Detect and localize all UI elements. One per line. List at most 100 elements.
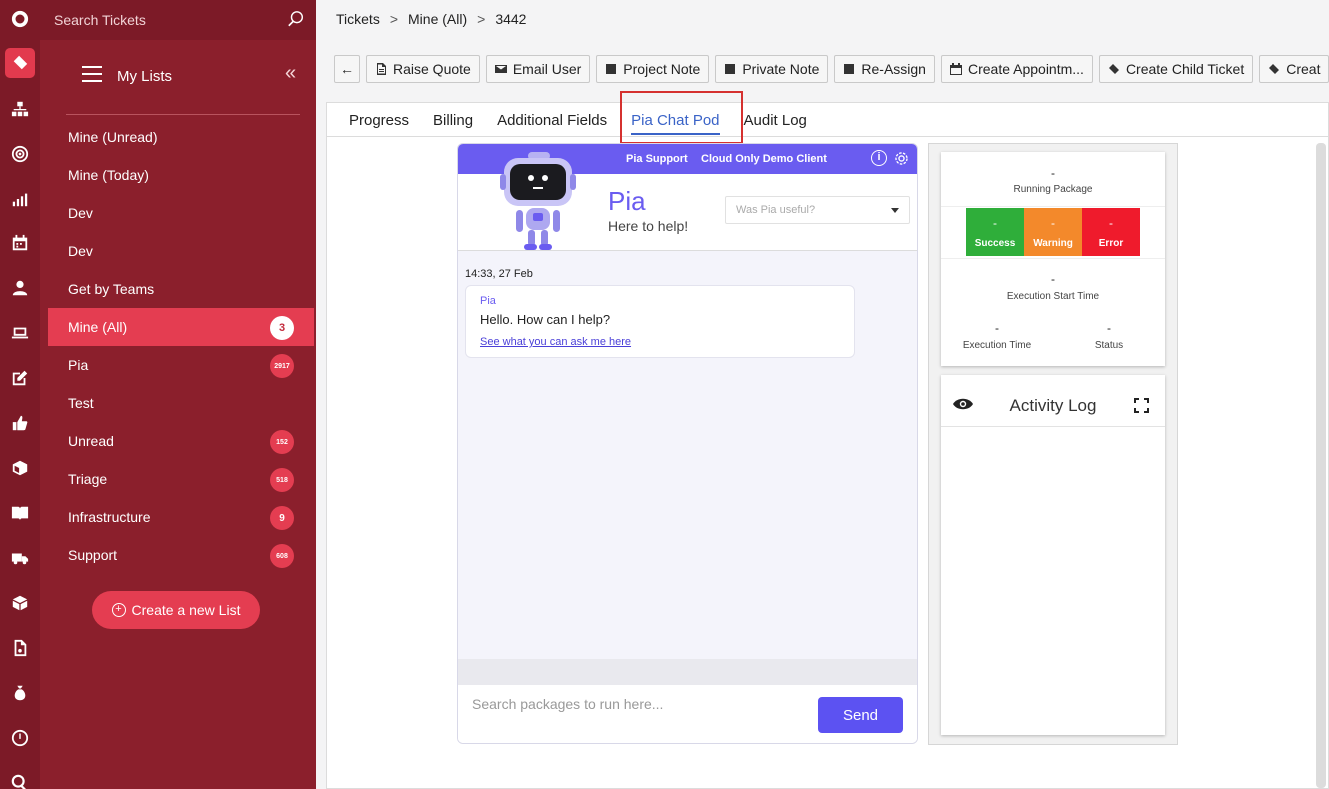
list-item-label: Pia xyxy=(68,357,89,373)
success-tile: - Success xyxy=(966,208,1024,256)
create-new-list-button[interactable]: + Create a new List xyxy=(92,591,260,629)
tab-additional-fields-label: Additional Fields xyxy=(497,111,608,129)
edit-icon[interactable] xyxy=(0,363,40,393)
user-icon[interactable] xyxy=(0,273,40,303)
ticket-icon xyxy=(1269,64,1280,74)
project-note-label: Project Note xyxy=(623,61,701,77)
plus-circle-icon: + xyxy=(111,603,126,617)
tab-audit-log[interactable]: Audit Log xyxy=(732,103,819,137)
project-note-button[interactable]: Project Note xyxy=(596,55,710,83)
list-item-unread[interactable]: Unread 152 xyxy=(48,422,314,460)
create-more-button[interactable]: Creat xyxy=(1259,55,1329,83)
ticket-tabs: Progress Billing Additional Fields Pia C… xyxy=(327,103,1329,137)
list-item-label: Dev xyxy=(68,205,93,221)
running-package-label: Running Package xyxy=(1013,184,1093,195)
list-item-mine-all[interactable]: Mine (All) 3 xyxy=(48,308,314,346)
package-icon[interactable] xyxy=(0,588,40,618)
send-button[interactable]: Send xyxy=(818,697,903,733)
tab-billing-label: Billing xyxy=(433,111,474,129)
back-button[interactable]: ← xyxy=(334,55,360,83)
count-badge: 152 xyxy=(270,430,294,454)
target-icon[interactable] xyxy=(0,139,40,169)
chart-icon[interactable] xyxy=(0,184,40,214)
truck-icon[interactable] xyxy=(0,543,40,573)
pia-support-link[interactable]: Pia Support xyxy=(626,153,688,165)
book-icon[interactable] xyxy=(0,498,40,528)
search-icon[interactable] xyxy=(287,10,305,28)
box-icon[interactable] xyxy=(0,453,40,483)
hamburger-menu-icon[interactable] xyxy=(82,66,102,84)
see-what-you-can-ask-link[interactable]: See what you can ask me here xyxy=(480,336,631,348)
search-tickets-box xyxy=(40,0,316,40)
calendar-icon[interactable] xyxy=(0,228,40,258)
list-item-support[interactable]: Support 608 xyxy=(48,536,314,574)
package-status-column: - Running Package - Success - Warning - Err… xyxy=(928,143,1178,745)
execution-start-label: Execution Start Time xyxy=(1006,291,1100,302)
tab-billing[interactable]: Billing xyxy=(421,103,485,137)
chat-input[interactable] xyxy=(472,693,802,715)
org-chart-icon[interactable] xyxy=(0,94,40,124)
list-item-get-by-teams[interactable]: Get by Teams xyxy=(48,270,314,308)
list-item-label: Dev xyxy=(68,243,93,259)
message-text: Hello. How can I help? xyxy=(480,312,611,327)
note-icon xyxy=(844,64,855,74)
fullscreen-icon[interactable] xyxy=(1134,398,1149,413)
activity-log-header: Activity Log xyxy=(941,375,1165,427)
list-item-test[interactable]: Test xyxy=(48,384,314,422)
message-sender: Pia xyxy=(480,295,496,307)
list-item-triage[interactable]: Triage 518 xyxy=(48,460,314,498)
icon-rail xyxy=(0,0,40,789)
ticket-toolbar: ← Raise Quote Email User Project Note Pr… xyxy=(334,55,1329,83)
message-timestamp: 14:33, 27 Feb xyxy=(465,268,533,280)
search-icon[interactable] xyxy=(0,768,40,789)
info-icon[interactable]: i xyxy=(871,150,887,166)
status-divider xyxy=(941,206,1165,207)
list-item-pia[interactable]: Pia 2917 xyxy=(48,346,314,384)
clock-icon[interactable] xyxy=(0,723,40,753)
tab-pia-chat-pod[interactable]: Pia Chat Pod xyxy=(619,103,731,137)
raise-quote-button[interactable]: Raise Quote xyxy=(366,55,480,83)
create-new-list-label: Create a new List xyxy=(131,602,241,618)
money-bag-icon[interactable] xyxy=(0,678,40,708)
list-item-label: Unread xyxy=(68,433,114,449)
execution-time-label: Execution Time xyxy=(962,340,1032,351)
ticket-icon[interactable] xyxy=(0,48,40,78)
breadcrumb-mine-all[interactable]: Mine (All) xyxy=(408,11,467,27)
document-icon[interactable] xyxy=(0,633,40,663)
create-appointment-button[interactable]: Create Appointm... xyxy=(940,55,1093,83)
my-lists-header: My Lists « xyxy=(40,58,316,98)
list-item-label: Infrastructure xyxy=(68,509,151,525)
breadcrumb-tickets[interactable]: Tickets xyxy=(336,11,380,27)
document-icon xyxy=(377,63,386,75)
list-item-dev[interactable]: Dev xyxy=(48,194,314,232)
re-assign-button[interactable]: Re-Assign xyxy=(834,55,935,83)
list-item-infrastructure[interactable]: Infrastructure 9 xyxy=(48,498,314,536)
chat-divider-strip xyxy=(458,659,917,685)
email-user-button[interactable]: Email User xyxy=(485,55,591,83)
private-note-label: Private Note xyxy=(742,61,820,77)
breadcrumb-separator: > xyxy=(389,11,399,27)
create-child-ticket-button[interactable]: Create Child Ticket xyxy=(1098,55,1254,83)
tab-pia-chat-pod-label: Pia Chat Pod xyxy=(631,112,720,135)
warning-label: Warning xyxy=(1033,238,1073,249)
search-tickets-input[interactable] xyxy=(54,8,274,32)
list-item-mine-unread[interactable]: Mine (Unread) xyxy=(48,118,314,156)
private-note-button[interactable]: Private Note xyxy=(715,55,829,83)
thumbs-up-icon[interactable] xyxy=(0,408,40,438)
pia-useful-select[interactable]: Was Pia useful? xyxy=(725,196,910,224)
create-child-ticket-label: Create Child Ticket xyxy=(1125,61,1245,77)
panel-scrollbar[interactable] xyxy=(1316,143,1326,788)
client-name: Cloud Only Demo Client xyxy=(701,153,827,165)
status-value: - xyxy=(1107,321,1111,335)
logo-icon[interactable] xyxy=(0,4,40,34)
tab-additional-fields[interactable]: Additional Fields xyxy=(485,103,619,137)
list-item-mine-today[interactable]: Mine (Today) xyxy=(48,156,314,194)
laptop-icon[interactable] xyxy=(0,318,40,348)
chevron-down-icon xyxy=(891,208,899,213)
collapse-sidebar-button[interactable]: « xyxy=(285,62,296,85)
list-item-dev-2[interactable]: Dev xyxy=(48,232,314,270)
chat-message: Pia Hello. How can I help? See what you … xyxy=(465,285,855,358)
tab-progress[interactable]: Progress xyxy=(337,103,421,137)
gear-icon[interactable] xyxy=(893,150,910,167)
chat-footer: Send xyxy=(458,685,917,743)
